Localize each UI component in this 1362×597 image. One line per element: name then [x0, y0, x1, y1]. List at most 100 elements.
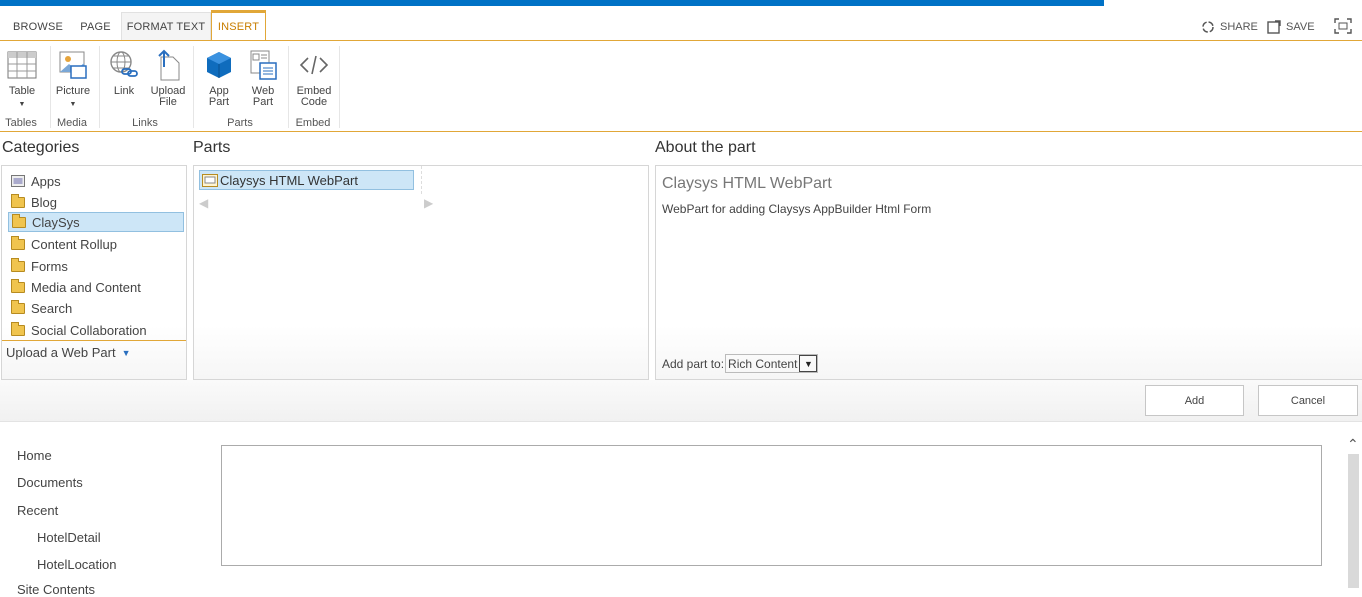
web-part-icon [202, 173, 218, 187]
chevron-down-icon: ▼ [69, 101, 77, 108]
category-label: Content Rollup [31, 236, 117, 252]
parts-header: Parts [193, 139, 231, 156]
category-blog[interactable]: Blog [8, 192, 184, 212]
ribbon-bottom-border [0, 131, 1362, 132]
upload-web-part-label: Upload a Web Part [6, 345, 116, 360]
folder-icon [12, 213, 26, 228]
scrollbar[interactable]: ⌃ [1345, 432, 1362, 588]
suite-bar [0, 0, 1104, 6]
categories-header: Categories [2, 139, 80, 156]
table-label: Table [8, 85, 36, 97]
folder-icon [11, 257, 25, 272]
share-button[interactable]: SHARE [1200, 19, 1258, 35]
table-icon [5, 48, 39, 82]
divider [50, 46, 51, 128]
picture-label: Picture [55, 85, 91, 97]
nav-item-site-contents[interactable]: Site Contents [17, 582, 95, 597]
link-icon [107, 48, 141, 82]
about-pane: Claysys HTML WebPart WebPart for adding … [655, 165, 1362, 380]
rich-content-editor[interactable] [221, 445, 1322, 566]
category-apps[interactable]: Apps [8, 171, 184, 191]
category-forms[interactable]: Forms [8, 256, 184, 276]
category-label: Forms [31, 258, 68, 274]
upload-web-part-menu[interactable]: Upload a Web Part ▼ [6, 345, 131, 360]
category-content-rollup[interactable]: Content Rollup [8, 234, 184, 254]
category-label: ClaySys [32, 214, 80, 230]
arrow-left-icon[interactable]: ◀ [199, 196, 208, 210]
link-label: Link [113, 85, 135, 97]
divider [288, 46, 289, 128]
app-part-button[interactable]: App Part [202, 48, 236, 108]
app-part-label-line2: Part [208, 96, 230, 108]
save-icon [1267, 20, 1281, 34]
chevron-down-icon: ▼ [18, 101, 26, 108]
add-button[interactable]: Add [1145, 385, 1244, 416]
save-button[interactable]: SAVE [1266, 19, 1315, 35]
tab-browse[interactable]: BROWSE [8, 12, 68, 41]
cancel-button[interactable]: Cancel [1258, 385, 1358, 416]
group-label-embed: Embed [295, 117, 331, 129]
about-header: About the part [655, 139, 756, 156]
divider [2, 340, 186, 341]
divider [99, 46, 100, 128]
part-item-claysys-html-webpart[interactable]: Claysys HTML WebPart [199, 170, 414, 190]
scroll-up-icon[interactable]: ⌃ [1347, 436, 1359, 453]
nav-item-recent[interactable]: Recent [17, 503, 58, 518]
group-label-links: Links [132, 117, 158, 129]
nav-item-hotellocation[interactable]: HotelLocation [37, 557, 117, 572]
web-part-label-line2: Part [252, 96, 274, 108]
categories-pane: Apps Blog ClaySys Content Rollup Forms M… [1, 165, 187, 380]
embed-code-icon [297, 48, 331, 82]
tab-page[interactable]: PAGE [73, 12, 118, 41]
divider [421, 166, 422, 194]
category-social-collaboration[interactable]: Social Collaboration [8, 320, 184, 340]
add-part-to-row: Add part to: Rich Content ▼ [662, 354, 819, 373]
upload-file-button[interactable]: Upload File [150, 48, 186, 108]
category-claysys[interactable]: ClaySys [8, 212, 184, 232]
chevron-down-icon: ▼ [799, 355, 818, 372]
part-label: Claysys HTML WebPart [220, 172, 358, 188]
divider [339, 46, 340, 128]
category-label: Apps [31, 173, 61, 189]
add-part-to-select[interactable]: Rich Content ▼ [725, 354, 819, 373]
chevron-down-icon: ▼ [121, 347, 131, 358]
embed-code-label-line2: Code [300, 96, 328, 108]
category-label: Media and Content [31, 279, 141, 295]
divider [193, 46, 194, 128]
upload-icon [151, 48, 185, 82]
arrow-right-icon[interactable]: ▶ [424, 196, 433, 210]
category-media-and-content[interactable]: Media and Content [8, 277, 184, 297]
link-button[interactable]: Link [107, 48, 141, 97]
app-part-icon [202, 48, 236, 82]
folder-icon [11, 193, 25, 208]
embed-code-button[interactable]: Embed Code [296, 48, 332, 108]
web-part-button[interactable]: Web Part [246, 48, 280, 108]
picture-button[interactable]: Picture ▼ [56, 48, 90, 110]
about-part-title: Claysys HTML WebPart [662, 175, 832, 192]
share-label: SHARE [1220, 21, 1258, 33]
share-icon [1202, 21, 1214, 33]
upload-label-line2: File [159, 96, 177, 108]
tab-format-text[interactable]: FORMAT TEXT [121, 12, 211, 41]
category-search[interactable]: Search [8, 298, 184, 318]
folder-icon [11, 299, 25, 314]
add-part-to-value: Rich Content [728, 356, 798, 371]
group-label-media: Media [57, 117, 87, 129]
focus-on-content-button[interactable] [1334, 18, 1352, 39]
apps-icon [11, 175, 25, 187]
table-button[interactable]: Table ▼ [5, 48, 39, 110]
about-part-description: WebPart for adding Claysys AppBuilder Ht… [662, 202, 932, 216]
tab-insert[interactable]: INSERT [211, 10, 266, 41]
scrollbar-thumb[interactable] [1348, 454, 1359, 588]
category-label: Blog [31, 194, 58, 210]
nav-item-hoteldetail[interactable]: HotelDetail [37, 530, 101, 545]
nav-item-home[interactable]: Home [17, 448, 52, 463]
folder-icon [11, 278, 25, 293]
group-label-parts: Parts [227, 117, 253, 129]
add-part-to-label: Add part to: [662, 356, 725, 371]
parts-pane: Claysys HTML WebPart ◀ ▶ [193, 165, 649, 380]
ribbon-top-border [0, 40, 1362, 41]
nav-item-documents[interactable]: Documents [17, 475, 83, 490]
category-label: Search [31, 300, 73, 316]
folder-icon [11, 235, 25, 250]
